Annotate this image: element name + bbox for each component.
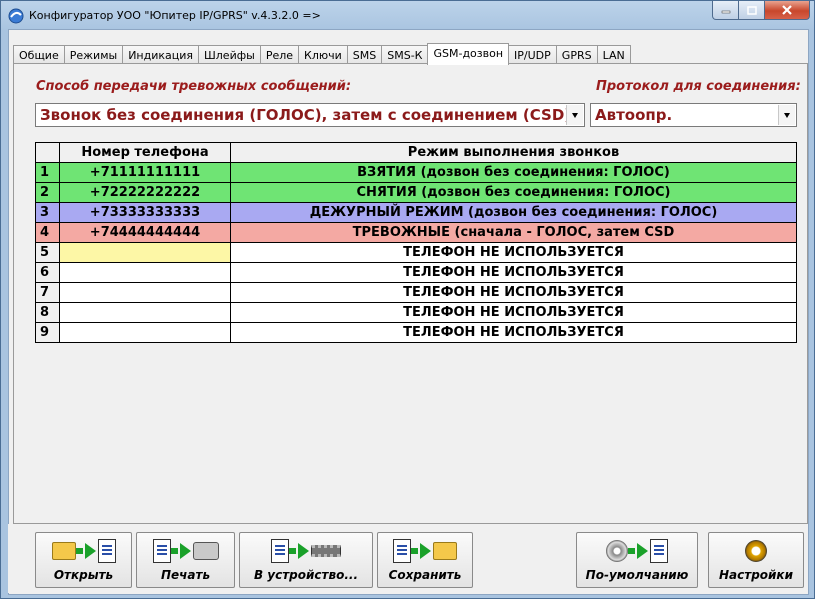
tab-strip: Общие Режимы Индикация Шлейфы Реле Ключи SMS SM… xyxy=(13,43,631,65)
mode-cell[interactable]: ТЕЛЕФОН НЕ ИСПОЛЬЗУЕТСЯ xyxy=(230,322,797,343)
phone-cell[interactable] xyxy=(59,322,231,343)
tab-1[interactable]: Режимы xyxy=(63,45,123,64)
table-row[interactable]: 6 ТЕЛЕФОН НЕ ИСПОЛЬЗУЕТСЯ xyxy=(35,262,797,283)
print-button[interactable]: Печать xyxy=(136,532,235,588)
settings-label: Настройки xyxy=(718,568,793,582)
phone-cell[interactable]: +72222222222 xyxy=(59,182,231,203)
to-device-label: В устройство... xyxy=(253,568,359,582)
phone-cell[interactable]: +73333333333 xyxy=(59,202,231,223)
table-row[interactable]: 1 +71111111111 ВЗЯТИЯ (дозвон без соединен… xyxy=(35,162,797,183)
save-icon xyxy=(378,537,472,565)
open-button[interactable]: Открыть xyxy=(35,532,132,588)
column-header-phone: Номер телефона xyxy=(59,142,231,163)
column-header-mode: Режим выполнения звонков xyxy=(230,142,797,163)
tab-8[interactable]: GSM-дозвон xyxy=(427,43,510,65)
row-number-cell: 3 xyxy=(35,202,60,223)
defaults-button[interactable]: По-умолчанию xyxy=(576,532,698,588)
phone-cell[interactable] xyxy=(59,302,231,323)
gear-icon xyxy=(709,537,803,565)
mode-cell[interactable]: ТЕЛЕФОН НЕ ИСПОЛЬЗУЕТСЯ xyxy=(230,242,797,263)
phone-cell[interactable]: +71111111111 xyxy=(59,162,231,183)
row-number-cell: 6 xyxy=(35,262,60,283)
row-number-cell: 1 xyxy=(35,162,60,183)
table-row[interactable]: 9 ТЕЛЕФОН НЕ ИСПОЛЬЗУЕТСЯ xyxy=(35,322,797,343)
settings-button[interactable]: Настройки xyxy=(708,532,804,588)
mode-cell[interactable]: СНЯТИЯ (дозвон без соединения: ГОЛОС) xyxy=(230,182,797,203)
tab-7[interactable]: SMS-К xyxy=(381,45,428,64)
table-row[interactable]: 8 ТЕЛЕФОН НЕ ИСПОЛЬЗУЕТСЯ xyxy=(35,302,797,323)
print-icon xyxy=(137,537,234,565)
open-icon xyxy=(36,537,131,565)
mode-cell[interactable]: ТЕЛЕФОН НЕ ИСПОЛЬЗУЕТСЯ xyxy=(230,302,797,323)
close-button[interactable] xyxy=(765,1,810,20)
row-number-cell: 8 xyxy=(35,302,60,323)
mode-cell[interactable]: ТЕЛЕФОН НЕ ИСПОЛЬЗУЕТСЯ xyxy=(230,282,797,303)
print-label: Печать xyxy=(160,568,211,582)
minimize-icon xyxy=(721,10,730,14)
tab-11[interactable]: LAN xyxy=(596,45,631,64)
defaults-icon xyxy=(577,537,697,565)
corner-cell xyxy=(35,142,60,163)
phone-cell[interactable] xyxy=(59,242,231,263)
table-row[interactable]: 7 ТЕЛЕФОН НЕ ИСПОЛЬЗУЕТСЯ xyxy=(35,282,797,303)
row-number-cell: 4 xyxy=(35,222,60,243)
phone-cell[interactable] xyxy=(59,282,231,303)
tab-4[interactable]: Реле xyxy=(259,45,299,64)
title-bar[interactable]: Конфигуратор УОО "Юпитер IP/GPRS" v.4.3.… xyxy=(1,1,814,29)
table-row[interactable]: 5 ТЕЛЕФОН НЕ ИСПОЛЬЗУЕТСЯ xyxy=(35,242,797,263)
chevron-down-icon[interactable] xyxy=(778,105,795,125)
mode-cell[interactable]: ТРЕВОЖНЫЕ (сначала - ГОЛОС, затем CSD xyxy=(230,222,797,243)
maximize-icon xyxy=(746,5,757,15)
minimize-button[interactable] xyxy=(712,1,739,20)
phone-cell[interactable] xyxy=(59,262,231,283)
row-number-cell: 5 xyxy=(35,242,60,263)
table-header-row: Номер телефона Режим выполнения звонков xyxy=(35,142,797,163)
maximize-button[interactable] xyxy=(739,1,765,20)
protocol-select[interactable]: Автоопр. xyxy=(590,103,797,127)
protocol-label: Протокол для соединения: xyxy=(596,79,801,94)
table-row[interactable]: 4 +74444444444 ТРЕВОЖНЫЕ (сначала - ГОЛОС,… xyxy=(35,222,797,243)
tab-6[interactable]: SMS xyxy=(346,45,382,64)
open-label: Открыть xyxy=(53,568,114,582)
window-title: Конфигуратор УОО "Юпитер IP/GPRS" v.4.3.… xyxy=(29,9,321,22)
app-globe-icon xyxy=(8,8,24,24)
tab-10[interactable]: GPRS xyxy=(555,45,597,64)
table-row[interactable]: 3 +73333333333 ДЕЖУРНЫЙ РЕЖИМ (дозвон без … xyxy=(35,202,797,223)
row-number-cell: 2 xyxy=(35,182,60,203)
alarm-method-label: Способ передачи тревожных сообщений: xyxy=(36,79,352,94)
tab-3[interactable]: Шлейфы xyxy=(198,45,260,64)
table-row[interactable]: 2 +72222222222 СНЯТИЯ (дозвон без соединен… xyxy=(35,182,797,203)
phone-table: Номер телефона Режим выполнения звонков … xyxy=(35,142,797,343)
mode-cell[interactable]: ДЕЖУРНЫЙ РЕЖИМ (дозвон без соединения: Г… xyxy=(230,202,797,223)
alarm-method-value: Звонок без соединения (ГОЛОС), затем с с… xyxy=(40,106,572,124)
mode-cell[interactable]: ТЕЛЕФОН НЕ ИСПОЛЬЗУЕТСЯ xyxy=(230,262,797,283)
save-button[interactable]: Сохранить xyxy=(377,532,473,588)
row-number-cell: 9 xyxy=(35,322,60,343)
row-number-cell: 7 xyxy=(35,282,60,303)
tab-2[interactable]: Индикация xyxy=(122,45,199,64)
to-device-icon xyxy=(240,537,372,565)
chevron-down-icon[interactable] xyxy=(566,105,583,125)
phone-cell[interactable]: +74444444444 xyxy=(59,222,231,243)
defaults-label: По-умолчанию xyxy=(585,568,689,582)
mode-cell[interactable]: ВЗЯТИЯ (дозвон без соединения: ГОЛОС) xyxy=(230,162,797,183)
close-icon xyxy=(782,5,792,15)
tab-9[interactable]: IP/UDP xyxy=(509,45,556,64)
alarm-method-select[interactable]: Звонок без соединения (ГОЛОС), затем с с… xyxy=(35,103,585,127)
to-device-button[interactable]: В устройство... xyxy=(239,532,373,588)
tab-0[interactable]: Общие xyxy=(13,45,64,64)
protocol-value: Автоопр. xyxy=(595,106,673,124)
save-label: Сохранить xyxy=(388,568,462,582)
tab-5[interactable]: Ключи xyxy=(298,45,347,64)
